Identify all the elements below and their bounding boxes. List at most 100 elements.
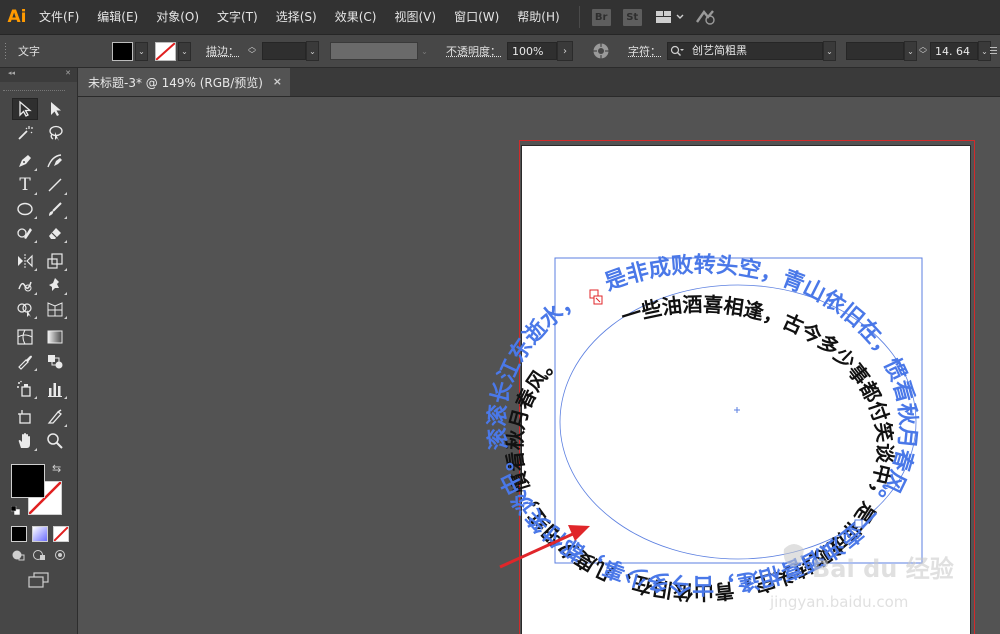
out-port-handle[interactable] bbox=[854, 519, 863, 528]
collapse-chevron-icon[interactable]: ◂◂ bbox=[8, 69, 15, 77]
hand-tool[interactable] bbox=[12, 430, 38, 452]
opacity-input[interactable]: 100% bbox=[507, 42, 557, 60]
profile-dropdown[interactable]: ⌄ bbox=[418, 41, 431, 61]
ellipse-icon bbox=[17, 202, 33, 216]
panel-close-icon[interactable]: ✕ bbox=[65, 69, 71, 77]
type-tool[interactable]: T bbox=[12, 174, 38, 196]
menu-window[interactable]: 窗口(W) bbox=[445, 0, 508, 34]
magic-wand-tool[interactable] bbox=[12, 122, 38, 144]
gradient-tool[interactable] bbox=[42, 326, 68, 348]
perspective-grid-icon bbox=[47, 302, 63, 317]
stroke-weight-stepper[interactable]: ︿ ﹀ bbox=[246, 42, 258, 60]
blend-tool[interactable] bbox=[42, 350, 68, 372]
stroke-weight-dropdown[interactable]: ⌄ bbox=[306, 41, 319, 61]
mesh-tool[interactable] bbox=[12, 326, 38, 348]
selection-tool[interactable] bbox=[12, 98, 38, 120]
slice-tool[interactable] bbox=[42, 406, 68, 428]
menu-file[interactable]: 文件(F) bbox=[30, 0, 88, 34]
artboard-icon bbox=[18, 410, 31, 424]
stock-button[interactable]: St bbox=[622, 8, 642, 26]
stroke-weight-input[interactable] bbox=[262, 42, 306, 60]
opacity-expand-arrow[interactable]: › bbox=[557, 41, 573, 61]
menu-effect[interactable]: 效果(C) bbox=[326, 0, 386, 34]
tool-flyout-indicator bbox=[34, 396, 37, 399]
bridge-button[interactable]: Br bbox=[591, 8, 611, 26]
fill-dropdown[interactable]: ⌄ bbox=[135, 41, 148, 61]
shape-builder-icon bbox=[17, 303, 32, 317]
close-tab-icon[interactable]: × bbox=[273, 68, 282, 96]
eraser-tool[interactable] bbox=[42, 222, 68, 244]
draw-behind-icon[interactable] bbox=[32, 548, 46, 562]
workspace-layout-icon[interactable] bbox=[655, 8, 684, 26]
menu-select[interactable]: 选择(S) bbox=[267, 0, 326, 34]
swap-fill-stroke-icon[interactable]: ⇆ bbox=[52, 462, 61, 475]
menu-edit[interactable]: 编辑(E) bbox=[88, 0, 147, 34]
gradient-mode-button[interactable] bbox=[32, 526, 48, 542]
document-tab[interactable]: 未标题-3* @ 149% (RGB/预览) × bbox=[78, 68, 290, 96]
reflect-tool[interactable] bbox=[12, 250, 38, 272]
stroke-color-swatch[interactable] bbox=[155, 41, 176, 61]
puppet-warp-tool[interactable] bbox=[42, 274, 68, 296]
path-text-blue-selected[interactable]: 是非成败转头空，青山依旧在，惯看秋月春风。一壶浊酒喜相逢，古今多少事，都付笑谈中… bbox=[78, 97, 920, 598]
menu-bar: Ai 文件(F) 编辑(E) 对象(O) 文字(T) 选择(S) 效果(C) 视… bbox=[0, 0, 1000, 35]
column-graph-tool[interactable] bbox=[42, 378, 68, 400]
tool-flyout-indicator bbox=[34, 192, 37, 195]
shaper-icon bbox=[17, 228, 32, 239]
opacity-label[interactable]: 不透明度： bbox=[446, 43, 501, 59]
ellipse-tool[interactable] bbox=[12, 198, 38, 220]
perspective-grid-tool[interactable] bbox=[42, 298, 68, 320]
direct-selection-tool[interactable] bbox=[42, 98, 68, 120]
lasso-tool[interactable] bbox=[42, 122, 68, 144]
watermark-sub-text: jingyan.baidu.com bbox=[769, 593, 908, 611]
draw-normal-icon[interactable] bbox=[11, 548, 25, 562]
watermark-main-text: Bai du 经验 bbox=[812, 555, 954, 583]
default-fill-stroke-icon[interactable] bbox=[10, 504, 21, 516]
none-mode-button[interactable] bbox=[53, 526, 69, 542]
bar-graph-icon bbox=[48, 383, 62, 397]
font-family-dropdown[interactable]: ⌄ bbox=[823, 41, 836, 61]
screen-mode-icon[interactable] bbox=[28, 572, 50, 588]
tools-panel-grip[interactable]: ◂◂ ✕ bbox=[0, 68, 77, 82]
menu-object[interactable]: 对象(O) bbox=[147, 0, 208, 34]
recolor-artwork-icon[interactable] bbox=[592, 35, 610, 67]
magic-wand-icon bbox=[18, 126, 33, 140]
fill-swatch-large[interactable] bbox=[11, 464, 45, 498]
variable-width-profile[interactable] bbox=[330, 42, 418, 60]
font-size-input[interactable]: 14. 64 bbox=[930, 42, 978, 60]
tool-flyout-indicator bbox=[34, 448, 37, 451]
tool-flyout-indicator bbox=[64, 396, 67, 399]
stroke-label[interactable]: 描边： bbox=[206, 43, 239, 59]
artwork-layer: 一些油酒喜相逢，古今多少事都付笑谈中，是非成败转头空，青山依旧在，几度夕阳红，慣… bbox=[78, 97, 954, 611]
pin-icon bbox=[49, 278, 59, 291]
character-label[interactable]: 字符： bbox=[628, 43, 661, 59]
menu-help[interactable]: 帮助(H) bbox=[508, 0, 568, 34]
font-style-dropdown[interactable]: ⌄ bbox=[904, 41, 917, 61]
eraser-icon bbox=[49, 228, 61, 239]
font-style-input[interactable] bbox=[846, 42, 904, 60]
scale-tool[interactable] bbox=[42, 250, 68, 272]
color-mode-button[interactable] bbox=[11, 526, 27, 542]
shaper-tool[interactable] bbox=[12, 222, 38, 244]
gpu-performance-icon[interactable] bbox=[694, 8, 718, 26]
scale-icon bbox=[47, 253, 63, 269]
font-family-input[interactable]: 创艺简粗黑 bbox=[667, 42, 823, 60]
shape-builder-tool[interactable] bbox=[12, 298, 38, 320]
symbol-sprayer-tool[interactable] bbox=[12, 378, 38, 400]
stroke-dropdown[interactable]: ⌄ bbox=[178, 41, 191, 61]
line-segment-tool[interactable] bbox=[42, 174, 68, 196]
canvas-area[interactable]: 一些油酒喜相逢，古今多少事都付笑谈中，是非成败转头空，青山依旧在，几度夕阳红，慣… bbox=[78, 97, 1000, 634]
curvature-tool[interactable] bbox=[42, 150, 68, 172]
paintbrush-tool[interactable] bbox=[42, 198, 68, 220]
draw-inside-icon[interactable] bbox=[53, 548, 67, 562]
warp-tool[interactable] bbox=[12, 274, 38, 296]
font-size-stepper[interactable]: ︿ ﹀ bbox=[918, 42, 928, 60]
eyedropper-tool[interactable] bbox=[12, 350, 38, 372]
menu-view[interactable]: 视图(V) bbox=[385, 0, 445, 34]
menu-type[interactable]: 文字(T) bbox=[208, 0, 267, 34]
zoom-tool[interactable] bbox=[42, 430, 68, 452]
artboard-tool[interactable] bbox=[12, 406, 38, 428]
fill-color-swatch[interactable] bbox=[112, 41, 133, 61]
pen-tool[interactable] bbox=[12, 150, 38, 172]
panel-menu-icon[interactable] bbox=[990, 35, 998, 67]
lasso-icon bbox=[49, 125, 63, 141]
